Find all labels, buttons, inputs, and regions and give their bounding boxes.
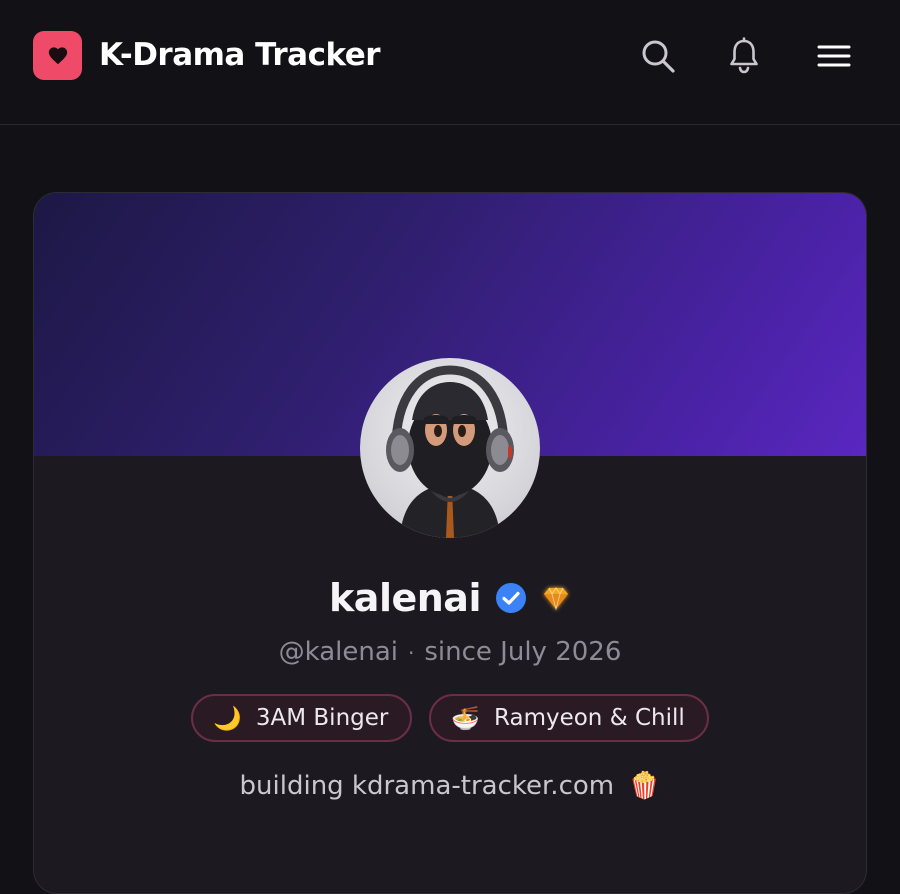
separator-dot: · <box>408 641 415 665</box>
tag-label: Ramyeon & Chill <box>494 705 685 731</box>
handle-row: @kalenai · since July 2026 <box>34 637 866 667</box>
profile-card: kalenai @kalenai · since July 2026 🌙 3AM… <box>33 192 867 894</box>
verified-check-icon <box>495 583 526 613</box>
top-app-bar: K-Drama Tracker <box>0 0 900 125</box>
search-button[interactable] <box>638 36 678 76</box>
search-icon <box>642 40 675 73</box>
hamburger-menu-icon <box>817 45 851 67</box>
username-row: kalenai <box>34 576 866 620</box>
moon-icon: 🌙 <box>213 705 242 732</box>
username: kalenai <box>329 576 481 620</box>
tag-label: 3AM Binger <box>255 705 389 731</box>
noodle-bowl-icon: 🍜 <box>451 705 480 732</box>
bio-text: building kdrama-tracker.com <box>239 771 615 801</box>
member-since: since July 2026 <box>424 637 622 667</box>
profile-bio: building kdrama-tracker.com 🍿 <box>34 771 866 801</box>
avatar-character-image <box>386 365 514 538</box>
app-logo[interactable] <box>33 31 82 80</box>
handle: @kalenai <box>278 637 399 667</box>
heart-icon <box>48 46 67 64</box>
menu-button[interactable] <box>814 36 854 76</box>
bell-icon <box>730 37 758 74</box>
app-title: K-Drama Tracker <box>99 37 381 73</box>
notifications-button[interactable] <box>724 36 764 76</box>
tag-ramyeon-chill[interactable]: 🍜 Ramyeon & Chill <box>429 694 709 742</box>
popcorn-icon: 🍿 <box>628 771 661 801</box>
profile-tags: 🌙 3AM Binger 🍜 Ramyeon & Chill <box>34 694 866 742</box>
avatar[interactable] <box>360 358 540 538</box>
diamond-icon <box>543 587 568 611</box>
tag-3am-binger[interactable]: 🌙 3AM Binger <box>191 694 413 742</box>
